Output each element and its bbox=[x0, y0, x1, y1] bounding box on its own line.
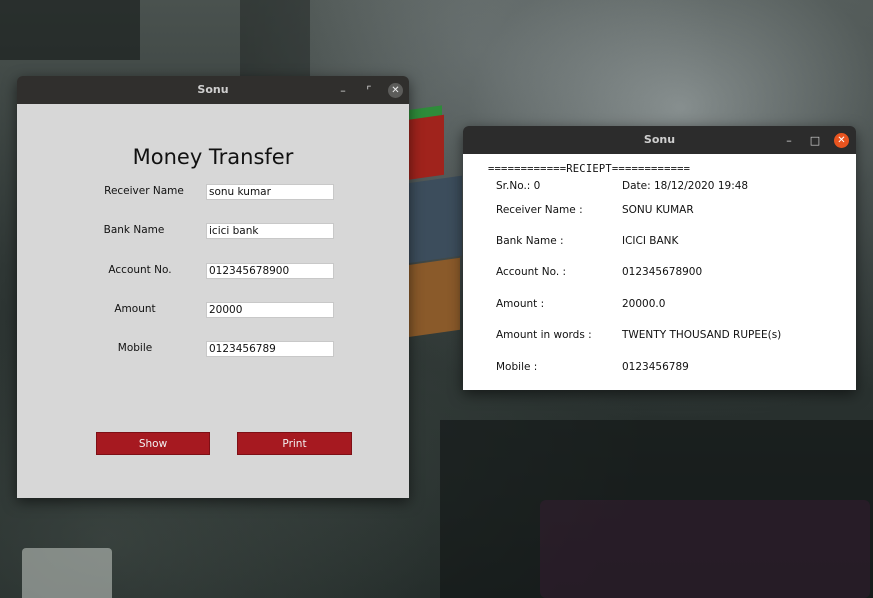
show-button[interactable]: Show bbox=[96, 432, 210, 455]
background-dark-patch bbox=[0, 0, 140, 60]
close-icon[interactable]: ✕ bbox=[834, 133, 849, 148]
receipt-value: TWENTY THOUSAND RUPEE(s) bbox=[622, 329, 782, 341]
receipt-date: Date: 18/12/2020 19:48 bbox=[622, 180, 749, 192]
amount-label: Amount bbox=[114, 303, 156, 315]
form-heading: Money Transfer bbox=[132, 145, 294, 169]
receipt-label: Amount : bbox=[496, 298, 545, 310]
maximize-icon[interactable]: ⌜ bbox=[361, 82, 377, 98]
transfer-titlebar[interactable]: Sonu – ⌜ ✕ bbox=[17, 76, 409, 104]
background-plant-pot bbox=[22, 548, 112, 598]
background-purple-object bbox=[540, 500, 870, 598]
transfer-form: Money Transfer Receiver Name sonu kumar … bbox=[17, 104, 409, 498]
receiver-name-input[interactable]: sonu kumar bbox=[206, 184, 334, 200]
minimize-icon[interactable]: – bbox=[335, 82, 351, 98]
mobile-label: Mobile bbox=[117, 342, 153, 354]
receipt-serial: Sr.No.: 0 bbox=[496, 180, 541, 192]
receipt-body: ============RECIEPT============ Sr.No.: … bbox=[463, 154, 856, 390]
receipt-value: SONU KUMAR bbox=[622, 204, 694, 216]
receiver-name-label: Receiver Name bbox=[104, 185, 184, 197]
receipt-label: Bank Name : bbox=[496, 235, 564, 247]
amount-input[interactable]: 20000 bbox=[206, 302, 334, 318]
account-no-label: Account No. bbox=[108, 264, 172, 276]
account-no-input[interactable]: 012345678900 bbox=[206, 263, 334, 279]
mobile-input[interactable]: 0123456789 bbox=[206, 341, 334, 357]
maximize-icon[interactable]: □ bbox=[807, 132, 823, 148]
bank-name-label: Bank Name bbox=[103, 224, 165, 236]
receipt-label: Receiver Name : bbox=[496, 204, 583, 216]
background-column bbox=[240, 0, 310, 76]
background-cube-blue bbox=[400, 175, 462, 265]
receipt-value: 20000.0 bbox=[622, 298, 666, 310]
print-button[interactable]: Print bbox=[237, 432, 352, 455]
receipt-label: Amount in words : bbox=[496, 329, 592, 341]
receipt-value: 012345678900 bbox=[622, 266, 703, 278]
receipt-label: Account No. : bbox=[496, 266, 567, 278]
close-icon[interactable]: ✕ bbox=[388, 83, 403, 98]
receipt-titlebar[interactable]: Sonu – □ ✕ bbox=[463, 126, 856, 154]
receipt-window: Sonu – □ ✕ ============RECIEPT==========… bbox=[463, 126, 856, 390]
money-transfer-window: Sonu – ⌜ ✕ Money Transfer Receiver Name … bbox=[17, 76, 409, 498]
receipt-value: ICICI BANK bbox=[622, 235, 679, 247]
bank-name-input[interactable]: icici bank bbox=[206, 223, 334, 239]
minimize-icon[interactable]: – bbox=[781, 132, 797, 148]
receipt-value: 0123456789 bbox=[622, 361, 689, 373]
background-cube-orange bbox=[400, 257, 460, 339]
receipt-label: Mobile : bbox=[496, 361, 538, 373]
receipt-header: ============RECIEPT============ bbox=[488, 163, 691, 175]
receipt-window-title: Sonu bbox=[643, 133, 676, 146]
